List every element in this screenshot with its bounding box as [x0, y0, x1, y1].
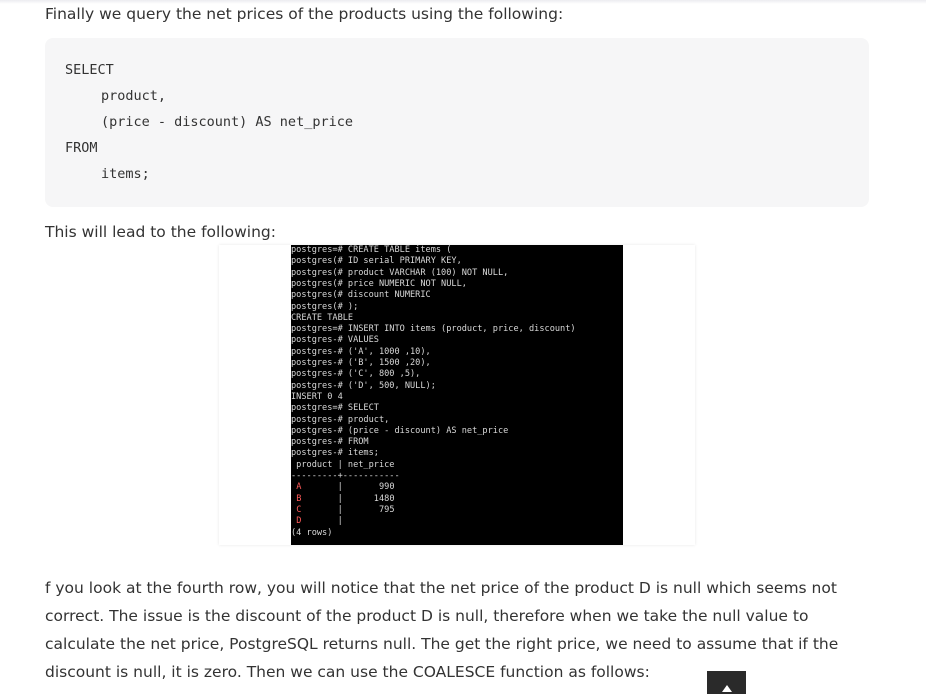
code-line: items; [101, 166, 150, 182]
terminal-line: postgres-# ('A', 1000 ,10), [291, 346, 431, 357]
terminal-line: postgres-# ('B', 1500 ,20), [291, 358, 431, 368]
code-line: (price - discount) AS net_price [101, 114, 353, 130]
terminal-line: postgres(# discount NUMERIC [291, 290, 431, 301]
terminal-line: INSERT 0 4 [291, 391, 343, 402]
terminal-line: postgres(# product VARCHAR (100) NOT NUL… [291, 267, 509, 278]
terminal-line: postgres-# product, [291, 414, 390, 425]
sql-code-block: SELECT product, (price - discount) AS ne… [45, 38, 869, 207]
terminal-line: postgres-# VALUES [291, 335, 379, 346]
terminal-line: (4 rows) [291, 527, 333, 538]
terminal-line: postgres-# FROM [291, 437, 369, 448]
lead-paragraph: This will lead to the following: [45, 223, 276, 241]
terminal-screenshot-figure: postgres=# CREATE TABLE items (postgres(… [219, 245, 695, 545]
terminal-line: postgres(# ID serial PRIMARY KEY, [291, 256, 462, 267]
explanation-paragraph: f you look at the fourth row, you will n… [45, 579, 839, 681]
terminal-line: postgres(# price NUMERIC NOT NULL, [291, 278, 467, 289]
terminal-line: postgres(# ); [291, 301, 359, 312]
terminal-line: postgres=# SELECT [291, 403, 379, 414]
terminal-output: postgres=# CREATE TABLE items (postgres(… [291, 245, 623, 545]
terminal-line: CREATE TABLE [291, 312, 354, 323]
code-line: SELECT [65, 62, 114, 78]
terminal-line: product | net_price [291, 459, 395, 470]
terminal-line: ---------+----------- [291, 471, 400, 481]
terminal-line: postgres-# ('D', 500, NULL); [291, 380, 436, 391]
intro-paragraph: Finally we query the net prices of the p… [45, 5, 564, 23]
terminal-line: postgres=# INSERT INTO items (product, p… [291, 324, 576, 335]
terminal-line: B | 1480 [296, 493, 395, 504]
code-line: FROM [65, 140, 98, 156]
terminal-line: postgres-# ('C', 800 ,5), [291, 369, 421, 380]
arrow-up-icon [721, 685, 732, 692]
terminal-line: postgres-# items; [291, 448, 379, 459]
terminal-line: C | 795 [296, 504, 395, 515]
terminal-line: postgres=# CREATE TABLE items ( [291, 245, 452, 255]
terminal-line: D | [296, 516, 343, 527]
code-line: product, [101, 88, 167, 104]
terminal-line: A | 990 [296, 482, 395, 493]
terminal-line: postgres-# (price - discount) AS net_pri… [291, 425, 509, 436]
scroll-to-top-button[interactable] [707, 671, 746, 694]
